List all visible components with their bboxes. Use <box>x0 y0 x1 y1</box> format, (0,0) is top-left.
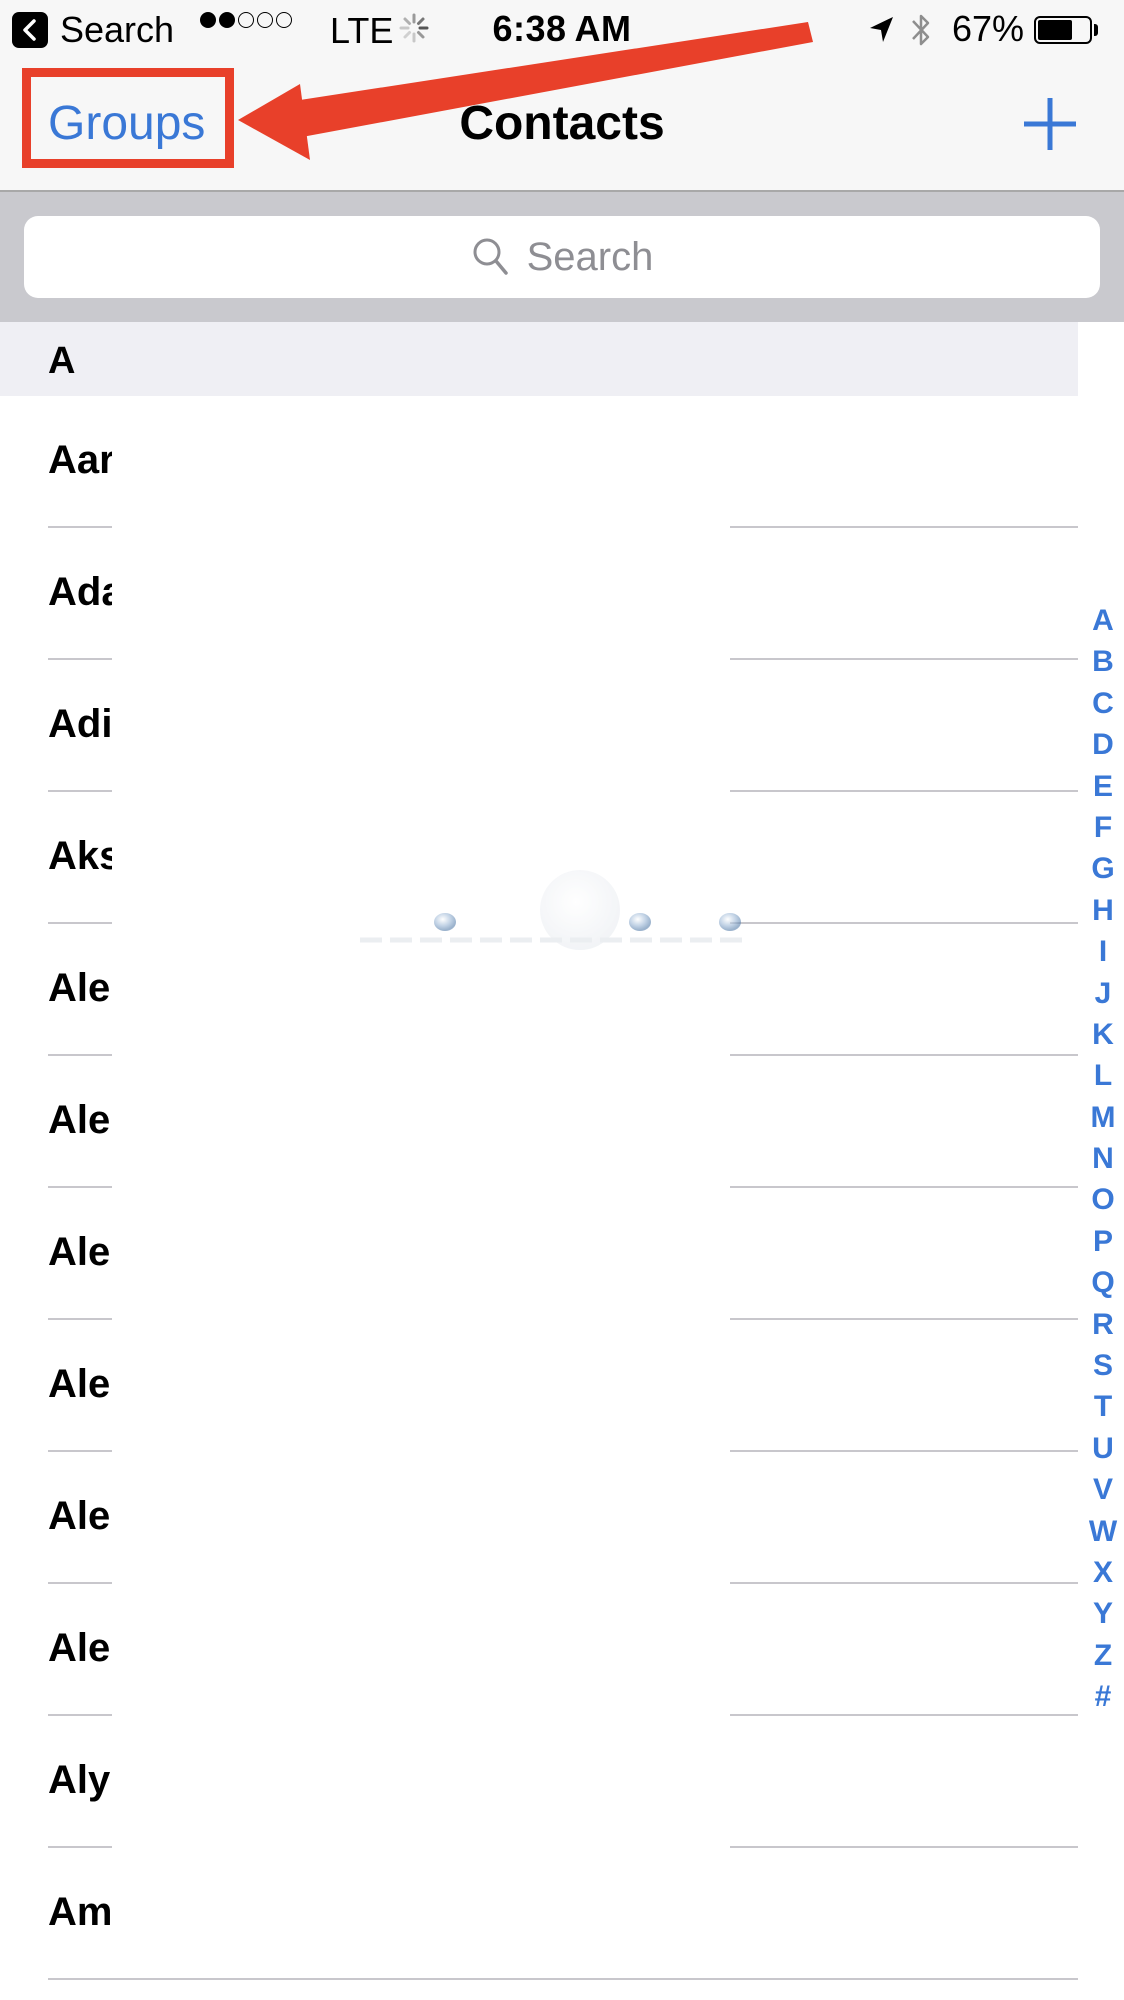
contact-name: Aks <box>48 834 112 878</box>
contact-name: Ale <box>48 1494 111 1538</box>
contact-name: Ale <box>48 1626 111 1670</box>
index-letter[interactable]: D <box>1092 724 1114 765</box>
contact-row[interactable]: Adi <box>0 660 1078 792</box>
index-letter[interactable]: C <box>1092 683 1114 724</box>
bluetooth-icon <box>908 10 934 55</box>
contact-name: Aar <box>48 438 112 482</box>
index-letter[interactable]: O <box>1091 1179 1114 1220</box>
section-header-label: A <box>48 340 76 382</box>
index-letter[interactable]: X <box>1093 1552 1113 1593</box>
index-letter[interactable]: F <box>1094 807 1112 848</box>
index-letter[interactable]: W <box>1089 1511 1117 1552</box>
contact-name: Ale <box>48 1098 111 1142</box>
index-letter[interactable]: V <box>1093 1469 1113 1510</box>
section-index[interactable]: A B C D E F G H I J K L M N O P Q R S T U V W X Y Z # <box>1086 600 1120 1718</box>
contact-row[interactable]: Ada <box>0 528 1078 660</box>
contact-list: Aar Ada Adi Aks Ale Ale Ale Ale Ale Ale … <box>0 396 1078 1980</box>
search-bar-container: Search <box>0 192 1124 322</box>
contact-row[interactable]: Aar <box>0 396 1078 528</box>
index-letter[interactable]: A <box>1092 600 1114 641</box>
page-title: Contacts <box>459 97 665 150</box>
index-letter[interactable]: E <box>1093 766 1113 807</box>
index-letter[interactable]: S <box>1093 1345 1113 1386</box>
contact-row[interactable]: Ale <box>0 1452 1078 1584</box>
contact-name: Adi <box>48 702 112 746</box>
index-letter[interactable]: H <box>1092 890 1114 931</box>
index-letter[interactable]: M <box>1091 1097 1116 1138</box>
contact-row[interactable]: Ale <box>0 1056 1078 1188</box>
index-letter[interactable]: U <box>1092 1428 1114 1469</box>
contact-row[interactable]: Ale <box>0 1320 1078 1452</box>
contact-row[interactable]: Aly <box>0 1716 1078 1848</box>
index-letter[interactable]: J <box>1095 973 1112 1014</box>
index-letter[interactable]: Q <box>1091 1262 1114 1303</box>
index-letter[interactable]: Z <box>1094 1635 1112 1676</box>
section-header: A <box>0 322 1078 396</box>
index-letter[interactable]: N <box>1092 1138 1114 1179</box>
battery-tip <box>1094 24 1098 36</box>
navigation-bar: Groups Contacts <box>0 60 1124 192</box>
index-letter[interactable]: P <box>1093 1221 1113 1262</box>
index-letter[interactable]: R <box>1092 1304 1114 1345</box>
index-letter[interactable]: G <box>1091 848 1114 889</box>
index-letter[interactable]: B <box>1092 641 1114 682</box>
contact-name: Ada <box>48 570 112 614</box>
status-bar: Search LTE 6:38 AM 67% <box>0 0 1124 60</box>
index-letter[interactable]: T <box>1094 1386 1112 1427</box>
row-separator <box>48 1978 1078 1980</box>
clock-time: 6:38 <box>492 8 567 49</box>
index-letter[interactable]: I <box>1099 931 1107 972</box>
battery-icon <box>1034 16 1092 44</box>
index-letter[interactable]: K <box>1092 1014 1114 1055</box>
contact-row[interactable]: Am <box>0 1848 1078 1980</box>
location-arrow-icon <box>866 14 896 51</box>
watermark-logo <box>360 870 750 950</box>
index-letter[interactable]: Y <box>1093 1593 1113 1634</box>
contact-row[interactable]: Ale <box>0 1584 1078 1716</box>
contact-row[interactable]: Ale <box>0 1188 1078 1320</box>
plus-icon <box>1024 98 1076 150</box>
index-letter[interactable]: # <box>1095 1676 1112 1717</box>
battery-percentage: 67% <box>952 8 1025 49</box>
contact-name: Aly <box>48 1758 111 1802</box>
search-input[interactable] <box>24 216 1100 298</box>
contact-name: Am <box>48 1890 112 1934</box>
contact-name: Ale <box>48 1230 111 1274</box>
contact-name: Ale <box>48 966 111 1010</box>
contact-name: Ale <box>48 1362 111 1406</box>
index-letter[interactable]: L <box>1094 1055 1112 1096</box>
battery-level-fill <box>1038 20 1072 40</box>
clock-suffix: AM <box>574 8 632 49</box>
add-contact-button[interactable] <box>1022 96 1078 152</box>
